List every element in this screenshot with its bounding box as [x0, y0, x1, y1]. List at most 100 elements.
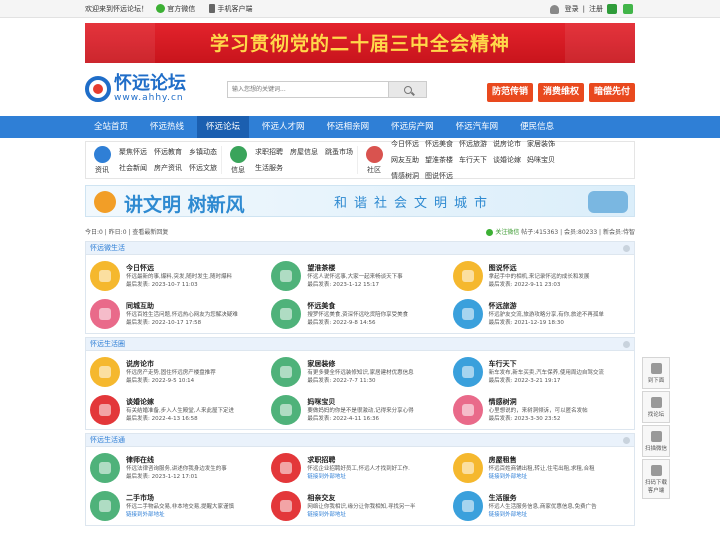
forum-card[interactable]: 情感树洞 心里想说的，来树洞倾诉，可以匿名发帖 最后发表: 2023-3-30 23…: [452, 391, 634, 429]
category-link[interactable]: 怀远美食: [425, 139, 453, 149]
external-link[interactable]: 链接到外部地址: [307, 511, 415, 519]
forum-name[interactable]: 说房论市: [126, 359, 216, 369]
collapse-icon[interactable]: [623, 245, 630, 252]
forum-name[interactable]: 妈咪宝贝: [307, 397, 413, 407]
forum-name[interactable]: 车行天下: [489, 359, 604, 369]
section-title[interactable]: 怀远微生活: [86, 242, 634, 255]
forum-name[interactable]: 求职招聘: [307, 455, 410, 465]
search-input[interactable]: [227, 81, 389, 98]
forum-icon[interactable]: [271, 299, 302, 329]
register-link[interactable]: 注册: [589, 0, 603, 18]
civilization-ad[interactable]: 讲文明 树新风 和谐社会文明城市: [85, 185, 635, 217]
forum-icon[interactable]: [90, 357, 120, 387]
follow-wechat-link[interactable]: 关注微信: [486, 229, 519, 236]
forum-card[interactable]: 生活服务 怀远人生活服务信息,商家优惠信息,免费广告 链接到外部地址: [452, 487, 634, 525]
login-link[interactable]: 登录: [565, 0, 579, 18]
forum-name[interactable]: 二手市场: [126, 493, 234, 503]
forum-icon[interactable]: [452, 299, 483, 329]
forum-name[interactable]: 怀远旅游: [489, 301, 604, 311]
category-link[interactable]: 今日怀远: [391, 139, 419, 149]
qq-login-icon[interactable]: [607, 4, 617, 14]
forum-card[interactable]: 车行天下 新车发布,新车买卖,汽车保养,使用周边自驾交流 最后发表: 2022-3-…: [452, 353, 634, 391]
forum-card[interactable]: 望淮茶楼 怀远人说怀远事,大家一起来畅谈天下事 最后发表: 2023-1-12 15…: [271, 257, 452, 295]
category-label[interactable]: 信息: [231, 165, 245, 175]
forum-icon[interactable]: [452, 357, 483, 387]
wechat-link[interactable]: 官方微信: [156, 4, 201, 13]
forum-card[interactable]: 谈婚论嫁 有关结婚准备,步入人生殿堂,人来此屋下定进 最后发表: 2022-4-13…: [90, 391, 271, 429]
forum-name[interactable]: 情感树洞: [489, 397, 588, 407]
category-link[interactable]: 图说怀远: [425, 171, 453, 181]
category-link[interactable]: 怀远教育: [154, 147, 182, 157]
forum-card[interactable]: 怀远旅游 怀远驴友交流,旅游攻略分享,有你,旅途不再孤单 最后发表: 2021-12…: [452, 295, 634, 333]
forum-name[interactable]: 今日怀远: [126, 263, 232, 273]
category-link[interactable]: 怀远旅游: [459, 139, 487, 149]
forum-name[interactable]: 望淮茶楼: [307, 263, 402, 273]
site-logo[interactable]: 怀远论坛 www.ahhy.cn: [85, 75, 186, 103]
search-button[interactable]: [389, 81, 427, 98]
forum-card[interactable]: 妈咪宝贝 要做妈妈的你是不是很激动,记得来分享心得 最后发表: 2022-4-11 …: [271, 391, 452, 429]
forum-card[interactable]: 家居装修 有更多要全怀远装修知识,家居建材优惠信息 最后发表: 2022-7-7 1…: [271, 353, 452, 391]
forum-icon[interactable]: [452, 395, 483, 425]
chip-consumer-rights[interactable]: 消费维权: [537, 83, 584, 102]
collapse-icon[interactable]: [623, 437, 630, 444]
category-link[interactable]: 求职招聘: [255, 147, 283, 157]
category-link[interactable]: 聚焦怀远: [119, 147, 147, 157]
category-link[interactable]: 乡镇动态: [189, 147, 217, 157]
forum-card[interactable]: 房屋租售 怀远百姓商铺出租,转让,住宅出租,求租,合租 链接到外部地址: [452, 449, 634, 487]
nav-item[interactable]: 怀远热线: [141, 116, 193, 138]
forum-name[interactable]: 家居装修: [307, 359, 413, 369]
external-link[interactable]: 链接到外部地址: [126, 511, 234, 519]
category-link[interactable]: 家居装饰: [527, 139, 555, 149]
forum-name[interactable]: 生活服务: [489, 493, 597, 503]
forum-card[interactable]: 求职招聘 怀远企业招聘好员工,怀远人才找到好工作. 链接到外部地址: [271, 449, 452, 487]
section-title[interactable]: 怀远生活通: [86, 434, 634, 447]
forum-card[interactable]: 相亲交友 网络让你我相识,缘分让你我相知,寻找另一半 链接到外部地址: [271, 487, 452, 525]
nav-item[interactable]: 怀远房产网: [382, 116, 443, 138]
category-link[interactable]: 怀远文旅: [189, 163, 217, 173]
category-link[interactable]: 跳蚤市场: [325, 147, 353, 157]
external-link[interactable]: 链接到外部地址: [307, 473, 410, 481]
nav-item[interactable]: 怀远人才网: [253, 116, 314, 138]
forum-icon[interactable]: [90, 299, 120, 329]
forum-name[interactable]: 同城互助: [126, 301, 238, 311]
category-link[interactable]: 说房论市: [493, 139, 521, 149]
nav-item[interactable]: 全站首页: [85, 116, 137, 138]
forum-card[interactable]: 同城互助 怀远百姓生活问题,怀远热心网友为您解决疑难 最后发表: 2022-10-1…: [90, 295, 271, 333]
forum-card[interactable]: 律师在线 怀远法律咨询服务,讲述你我身边发生的事 最后发表: 2023-1-12 1…: [90, 449, 271, 487]
category-link[interactable]: 情感树洞: [391, 171, 419, 181]
category-link[interactable]: 望淮茶楼: [425, 155, 453, 165]
forum-name[interactable]: 相亲交友: [307, 493, 415, 503]
nav-item[interactable]: 怀远汽车网: [447, 116, 508, 138]
forum-icon[interactable]: [271, 453, 302, 483]
forum-card[interactable]: 怀远美食 搜罗怀远美食,资深怀远吃货陪你享受美食 最后发表: 2022-9-8 14…: [271, 295, 452, 333]
nav-item[interactable]: 便民信息: [511, 116, 563, 138]
category-link[interactable]: 社会新闻: [119, 163, 147, 173]
forum-icon[interactable]: [452, 261, 483, 291]
forum-card[interactable]: 说房论市 怀远房产走势,固住怀远房产楼盘推荐 最后发表: 2022-9-5 10:1…: [90, 353, 271, 391]
forum-name[interactable]: 谈婚论嫁: [126, 397, 234, 407]
forum-card[interactable]: 图说怀远 拿起手中的相机,来记录怀远的成长和发展 最后发表: 2022-9-11 2…: [452, 257, 634, 295]
forum-icon[interactable]: [90, 491, 120, 521]
category-link[interactable]: 生活服务: [255, 163, 283, 173]
forum-name[interactable]: 房屋租售: [489, 455, 595, 465]
forum-card[interactable]: 今日怀远 怀远最新的事,爆料,突发,随时发生,随时爆料 最后发表: 2023-10-…: [90, 257, 271, 295]
category-link[interactable]: 妈咪宝贝: [527, 155, 555, 165]
category-label[interactable]: 资讯: [95, 165, 109, 175]
nav-item[interactable]: 怀远论坛: [197, 116, 250, 138]
forum-icon[interactable]: [90, 261, 120, 291]
forum-icon[interactable]: [90, 395, 120, 425]
external-link[interactable]: 链接到外部地址: [489, 473, 595, 481]
forum-icon[interactable]: [271, 395, 302, 425]
wechat-login-icon[interactable]: [623, 4, 633, 14]
forum-icon[interactable]: [452, 491, 483, 521]
forum-name[interactable]: 怀远美食: [307, 301, 408, 311]
forum-icon[interactable]: [271, 491, 302, 521]
external-link[interactable]: 链接到外部地址: [489, 511, 597, 519]
find-forum-button[interactable]: 找论坛: [642, 391, 670, 423]
category-link[interactable]: 车行天下: [459, 155, 487, 165]
top-banner[interactable]: 学习贯彻党的二十届三中全会精神: [85, 23, 635, 63]
download-app-button[interactable]: 扫码下载客户端: [642, 459, 670, 499]
chip-anti-mlm[interactable]: 防范传销: [486, 83, 533, 102]
collapse-icon[interactable]: [623, 341, 630, 348]
category-link[interactable]: 谈婚论嫁: [493, 155, 521, 165]
